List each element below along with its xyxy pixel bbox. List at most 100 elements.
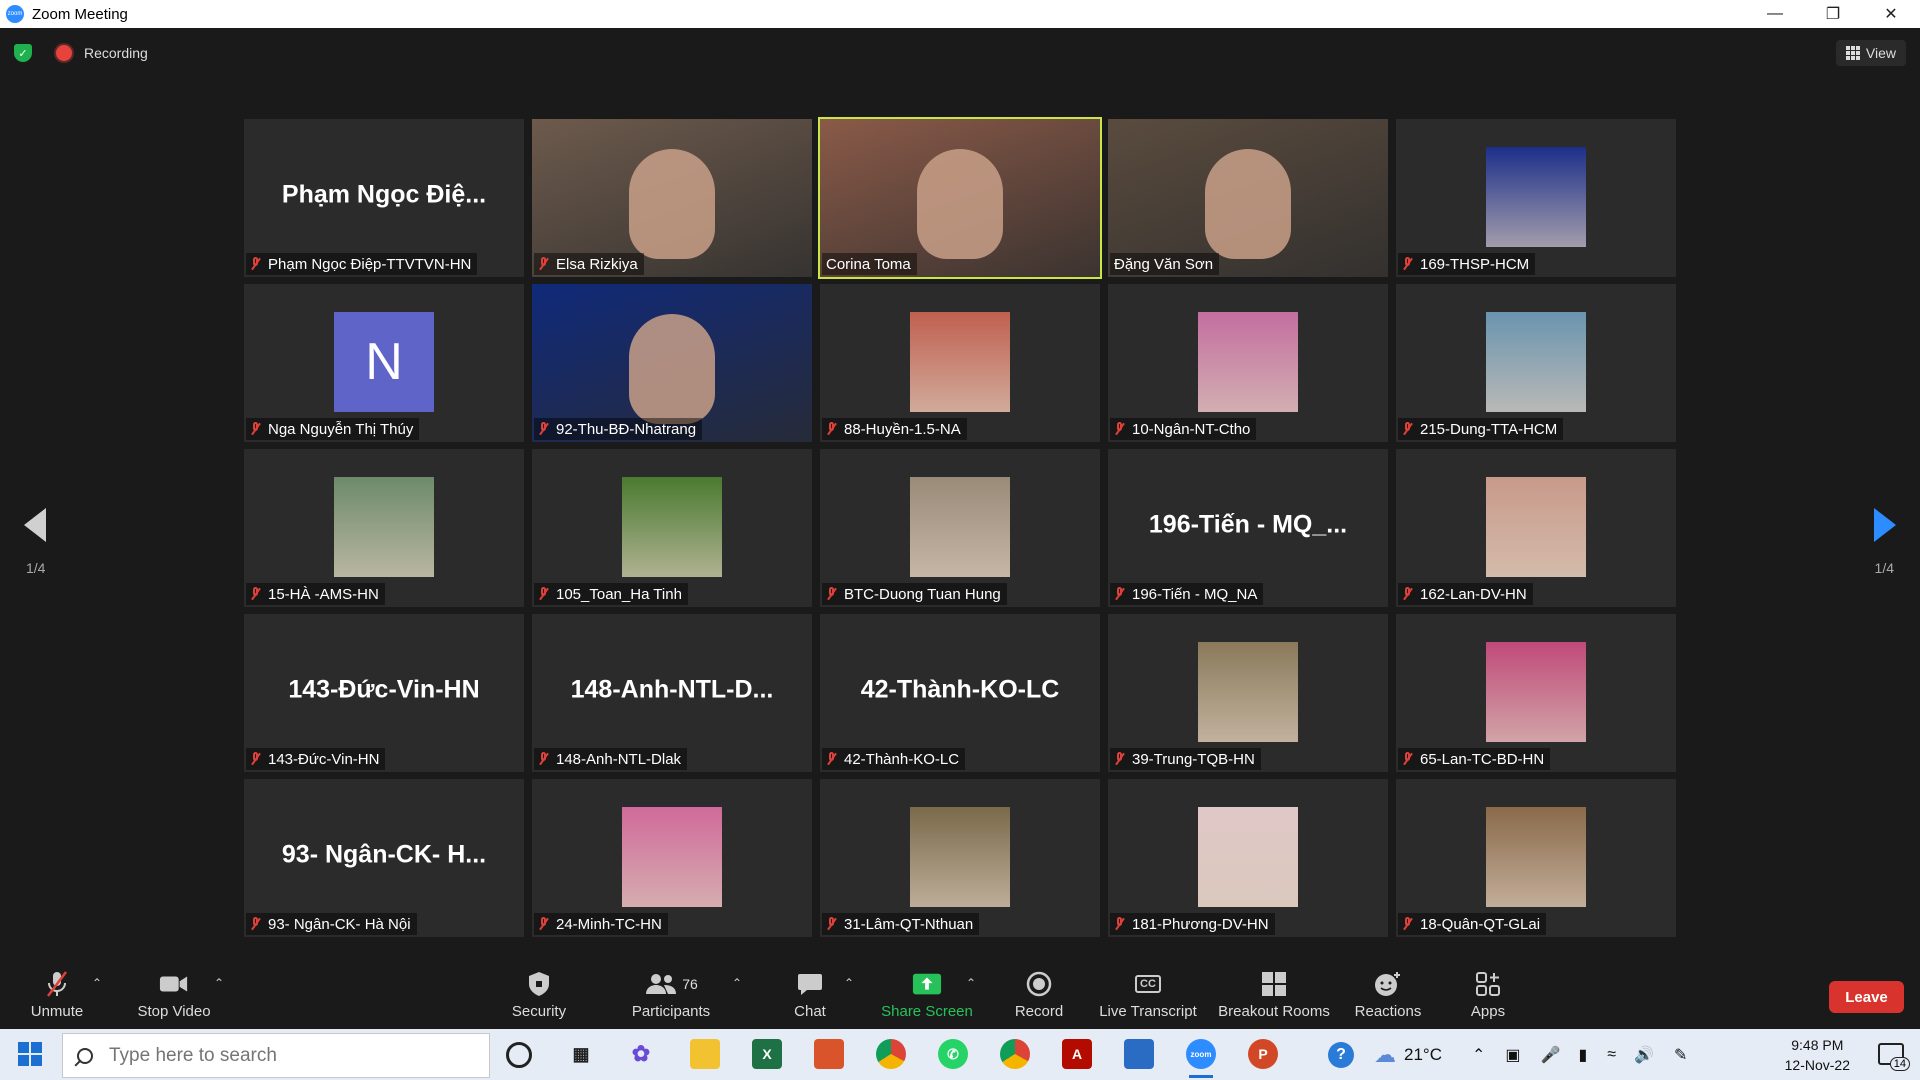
volume-icon[interactable]: 🔊 [1634, 1045, 1654, 1065]
participants-button[interactable]: 76 Participants [628, 962, 714, 1028]
participant-tile[interactable]: 24-Minh-TC-HN [532, 779, 812, 937]
recording-label[interactable]: Recording [84, 45, 148, 61]
participant-tile[interactable]: 42-Thành-KO-LC 42-Thành-KO-LC [820, 614, 1100, 772]
device-icon[interactable]: ▣ [1505, 1045, 1520, 1065]
share-options-caret-icon[interactable]: ⌃ [966, 976, 976, 990]
participant-tile[interactable]: 10-Ngân-NT-Ctho [1108, 284, 1388, 442]
participant-tile[interactable]: 65-Lan-TC-BD-HN [1396, 614, 1676, 772]
participants-caret-icon[interactable]: ⌃ [732, 976, 742, 990]
record-button[interactable]: Record [1010, 962, 1068, 1028]
participant-display-name: 143-Đức-Vin-HN [288, 675, 480, 704]
restore-button[interactable]: ❐ [1804, 0, 1862, 28]
participant-person [1205, 149, 1291, 259]
powerpoint-icon[interactable]: P [1248, 1039, 1278, 1069]
photos-icon[interactable] [1124, 1039, 1154, 1069]
help-icon[interactable]: ? [1328, 1041, 1354, 1068]
chat-button[interactable]: Chat [782, 962, 838, 1028]
pen-icon[interactable]: ✎ [1674, 1045, 1687, 1065]
participant-tile[interactable]: Đặng Văn Sơn [1108, 119, 1388, 277]
stop-video-button[interactable]: Stop Video [134, 962, 214, 1028]
windows-start-icon[interactable] [18, 1042, 42, 1066]
participant-tile[interactable]: 92-Thu-BĐ-Nhatrang [532, 284, 812, 442]
participant-tile[interactable]: 181-Phương-DV-HN [1108, 779, 1388, 937]
participant-tile[interactable]: Corina Toma [818, 117, 1102, 279]
file-explorer-icon[interactable] [690, 1039, 720, 1069]
participant-display-name: 196-Tiến - MQ_... [1148, 510, 1348, 539]
task-view-icon[interactable]: ▦ [566, 1039, 596, 1069]
close-button[interactable]: ✕ [1862, 0, 1920, 28]
participant-tile[interactable]: 143-Đức-Vin-HN 143-Đức-Vin-HN [244, 614, 524, 772]
security-button[interactable]: Security [506, 962, 572, 1028]
participant-tile[interactable]: 31-Lâm-QT-Nthuan [820, 779, 1100, 937]
apps-button[interactable]: Apps [1466, 962, 1510, 1028]
microphone-tray-icon[interactable]: 🎤 [1541, 1045, 1561, 1065]
participant-name: BTC-Duong Tuan Hung [844, 585, 1001, 603]
live-transcript-label: Live Transcript [1099, 1003, 1197, 1020]
record-label: Record [1014, 1003, 1064, 1020]
leave-button[interactable]: Leave [1829, 981, 1904, 1013]
whatsapp-icon[interactable]: ✆ [938, 1039, 968, 1069]
next-page-arrow-icon[interactable] [1874, 508, 1896, 542]
participant-tile[interactable]: Phạm Ngọc Điệ... Phạm Ngọc Điệp-TTVTVN-HN [244, 119, 524, 277]
unmute-button[interactable]: Unmute [24, 962, 90, 1028]
participant-avatar: N [334, 312, 434, 412]
participant-tile[interactable]: 39-Trung-TQB-HN [1108, 614, 1388, 772]
participant-tile[interactable]: Elsa Rizkiya [532, 119, 812, 277]
minimize-button[interactable]: — [1746, 0, 1804, 28]
participant-tile[interactable]: 105_Toan_Ha Tinh [532, 449, 812, 607]
chat-caret-icon[interactable]: ⌃ [844, 976, 854, 990]
battery-icon[interactable]: ▮ [1578, 1045, 1587, 1065]
participants-label: Participants [631, 1003, 711, 1020]
participant-name: Nga Nguyễn Thị Thúy [268, 420, 414, 438]
notification-center-icon[interactable]: 14 [1878, 1043, 1910, 1071]
excel-icon[interactable]: X [752, 1039, 782, 1069]
participant-tile[interactable]: 15-HÀ -AMS-HN [244, 449, 524, 607]
taskbar-search-box[interactable] [62, 1033, 490, 1078]
stop-video-label: Stop Video [137, 1003, 211, 1020]
participant-tile[interactable]: 196-Tiến - MQ_... 196-Tiến - MQ_NA [1108, 449, 1388, 607]
cortana-icon[interactable] [506, 1042, 532, 1068]
participant-name-tag: 88-Huyền-1.5-NA [822, 418, 967, 440]
encryption-shield-icon[interactable]: ✓ [14, 44, 32, 62]
page-indicator-right: 1/4 [1874, 560, 1894, 576]
participant-tile[interactable]: 162-Lan-DV-HN [1396, 449, 1676, 607]
taskbar-clock[interactable]: 9:48 PM 12-Nov-22 [1785, 1035, 1850, 1075]
show-hidden-icons-caret-icon[interactable]: ⌃ [1472, 1045, 1485, 1065]
unmute-label: Unmute [30, 1003, 84, 1020]
share-screen-button[interactable]: Share Screen [880, 962, 974, 1028]
view-button[interactable]: View [1835, 40, 1906, 66]
share-screen-label: Share Screen [881, 1003, 973, 1020]
participant-tile[interactable]: BTC-Duong Tuan Hung [820, 449, 1100, 607]
reactions-button[interactable]: Reactions [1352, 962, 1424, 1028]
participant-name-tag: Đặng Văn Sơn [1110, 253, 1220, 275]
live-transcript-button[interactable]: CC Live Transcript [1096, 962, 1200, 1028]
participant-name: 31-Lâm-QT-Nthuan [844, 915, 974, 933]
participant-name-tag: Corina Toma [822, 253, 917, 275]
participant-tile[interactable]: 88-Huyền-1.5-NA [820, 284, 1100, 442]
chrome-profile-icon[interactable] [1000, 1039, 1030, 1069]
participant-tile[interactable]: 215-Dung-TTA-HCM [1396, 284, 1676, 442]
weather-temperature[interactable]: 21°C [1404, 1045, 1442, 1065]
participant-name-tag: 15-HÀ -AMS-HN [246, 583, 385, 605]
participant-tile[interactable]: N Nga Nguyễn Thị Thúy [244, 284, 524, 442]
participant-name: 42-Thành-KO-LC [844, 750, 960, 768]
participant-tile[interactable]: 18-Quân-QT-GLai [1396, 779, 1676, 937]
participant-name: 181-Phương-DV-HN [1132, 915, 1269, 933]
audio-options-caret-icon[interactable]: ⌃ [92, 976, 102, 990]
participant-tile[interactable]: 169-THSP-HCM [1396, 119, 1676, 277]
zoom-taskbar-icon[interactable]: zoom [1186, 1039, 1216, 1078]
participant-name-tag: 143-Đức-Vin-HN [246, 748, 386, 770]
snipping-tool-icon[interactable]: ✿ [626, 1039, 656, 1069]
previous-page-arrow-icon[interactable] [24, 508, 46, 542]
video-options-caret-icon[interactable]: ⌃ [214, 976, 224, 990]
wifi-icon[interactable]: ≈ [1607, 1046, 1616, 1064]
books-app-icon[interactable] [814, 1039, 844, 1069]
taskbar-search-input[interactable] [107, 1043, 471, 1068]
participant-tile[interactable]: 148-Anh-NTL-D... 148-Anh-NTL-Dlak [532, 614, 812, 772]
chrome-icon[interactable] [876, 1039, 906, 1069]
participant-tile[interactable]: 93- Ngân-CK- H... 93- Ngân-CK- Hà Nội [244, 779, 524, 937]
acrobat-icon[interactable]: A [1062, 1039, 1092, 1069]
share-screen-icon [912, 971, 942, 997]
weather-cloud-icon[interactable]: ☁ [1374, 1042, 1396, 1068]
breakout-rooms-button[interactable]: Breakout Rooms [1214, 962, 1334, 1028]
